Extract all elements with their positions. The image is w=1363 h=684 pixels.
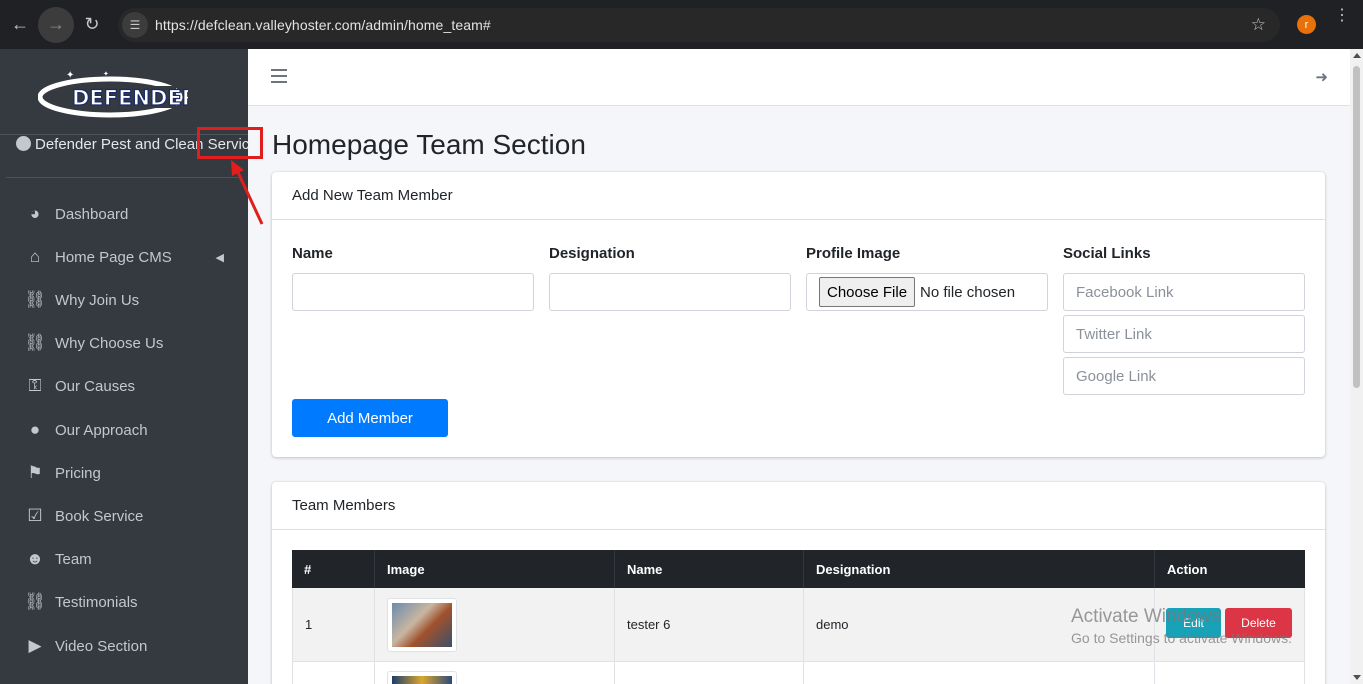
sidebar-item-testimonials[interactable]: ⛓ Testimonials	[0, 583, 248, 621]
back-arrow-icon[interactable]: ←	[2, 7, 38, 43]
team-member-photo	[387, 597, 457, 652]
add-member-button[interactable]: Add Member	[292, 399, 448, 437]
users-icon: ☻	[26, 549, 44, 568]
team-members-card: Team Members # Image Name Designation Ac…	[272, 482, 1325, 684]
sidebar-item-label: Home Page CMS	[55, 248, 172, 266]
sidebar-divider	[6, 177, 242, 178]
sidebar-item-why-choose-us[interactable]: ⛓ Why Choose Us	[0, 324, 248, 362]
sign-out-icon[interactable]: ➜	[1315, 68, 1328, 86]
google-link-input[interactable]	[1063, 357, 1305, 395]
forward-arrow-icon[interactable]: →	[38, 6, 74, 43]
browser-menu-icon[interactable]: ⋮	[1334, 8, 1350, 24]
sidebar-item-home-page-cms[interactable]: ⌂ Home Page CMS ◀	[0, 238, 248, 276]
table-cell-name: tester 6	[614, 588, 803, 661]
sidebar-item-label: Book Service	[55, 507, 144, 525]
sidebar-item-label: Our Causes	[55, 377, 136, 395]
scroll-up-icon[interactable]	[1353, 53, 1361, 58]
user-circle-icon	[16, 136, 31, 151]
sidebar-item-dashboard[interactable]: ◕ Dashboard	[0, 195, 248, 233]
comments-icon: ⛓	[24, 333, 46, 352]
home-icon: ⌂	[29, 247, 41, 266]
sidebar-item-our-causes[interactable]: ⚿ Our Causes	[0, 367, 248, 405]
file-status-text: No file chosen	[920, 283, 1016, 301]
hamburger-menu-icon[interactable]	[271, 69, 287, 83]
twitter-link-input[interactable]	[1063, 315, 1305, 353]
sidebar-item-label: Why Join Us	[55, 291, 140, 309]
main-header: ➜	[248, 49, 1350, 106]
name-input[interactable]	[292, 273, 534, 311]
tags-icon: ⚑	[27, 463, 43, 482]
chevron-left-icon: ◀	[215, 251, 224, 264]
designation-input[interactable]	[549, 273, 791, 311]
page-scrollbar[interactable]	[1350, 49, 1363, 684]
sidebar-item-label: Why Choose Us	[55, 334, 164, 352]
sidebar-item-video-section[interactable]: ▶ Video Section	[0, 627, 248, 665]
site-info-icon[interactable]: ☰	[122, 12, 148, 38]
reload-icon[interactable]: ↻	[74, 7, 110, 43]
add-member-card: Add New Team Member Name Designation Pro…	[272, 172, 1325, 457]
windows-activation-watermark: Activate Windows Go to Settings to activ…	[1071, 606, 1292, 646]
team-member-photo	[387, 671, 457, 684]
name-label: Name	[292, 245, 333, 262]
defender-logo: DEFENDER ✦ ✦	[38, 70, 188, 118]
profile-avatar[interactable]: r	[1297, 15, 1316, 34]
sidebar-item-book-service[interactable]: ☑ Book Service	[0, 497, 248, 535]
sidebar-item-our-approach[interactable]: ● Our Approach	[0, 411, 248, 449]
key-icon: ⚿	[28, 376, 42, 395]
tachometer-icon: ◕	[29, 204, 41, 223]
sidebar-item-label: Dashboard	[55, 205, 129, 223]
play-circle-icon: ▶	[28, 636, 42, 655]
sidebar-item-label: Pricing	[55, 464, 101, 482]
comments-icon: ⛓	[24, 290, 46, 309]
card-header: Add New Team Member	[272, 172, 1325, 220]
table-cell	[803, 661, 1154, 684]
table-cell-image	[374, 588, 614, 661]
address-bar[interactable]: ☰ https://defclean.valleyhoster.com/admi…	[118, 8, 1280, 42]
facebook-link-input[interactable]	[1063, 273, 1305, 311]
annotation-arrow	[231, 160, 264, 225]
logo-text: DEFENDER	[72, 86, 188, 110]
sidebar-item-label: Testimonials	[55, 593, 138, 611]
lightbulb-icon: ●	[29, 420, 41, 439]
column-header-number[interactable]: #	[292, 550, 374, 588]
watermark-title: Activate Windows	[1071, 606, 1221, 627]
profile-image-file-input[interactable]: Choose File No file chosen	[806, 273, 1048, 311]
brand-area[interactable]: DEFENDER ✦ ✦	[0, 49, 248, 135]
table-row	[292, 661, 374, 684]
comments-icon: ⛓	[24, 592, 46, 611]
table-cell-number: 1	[292, 588, 374, 661]
table-cell-image	[374, 661, 614, 684]
sidebar-item-label: Our Approach	[55, 421, 148, 439]
choose-file-button[interactable]: Choose File	[819, 277, 916, 307]
sidebar-item-label: Team	[55, 550, 92, 568]
column-header-image[interactable]: Image	[374, 550, 614, 588]
url-text[interactable]: https://defclean.valleyhoster.com/admin/…	[155, 17, 491, 33]
scroll-down-icon[interactable]	[1353, 675, 1361, 680]
table-cell	[614, 661, 803, 684]
profile-image-label: Profile Image	[806, 245, 901, 262]
svg-text:✦: ✦	[66, 70, 74, 81]
sidebar-item-pricing[interactable]: ⚑ Pricing	[0, 454, 248, 492]
page-title: Homepage Team Section	[272, 129, 586, 160]
column-header-action[interactable]: Action	[1154, 550, 1305, 588]
sidebar-item-label: Video Section	[55, 637, 148, 655]
card-header: Team Members	[272, 482, 1325, 530]
bookmark-star-icon[interactable]: ☆	[1251, 15, 1266, 35]
social-links-label: Social Links	[1063, 245, 1151, 262]
svg-text:✦: ✦	[103, 70, 109, 78]
sidebar-item-why-join-us[interactable]: ⛓ Why Join Us	[0, 281, 248, 319]
watermark-subtitle: Go to Settings to activate Windows.	[1071, 630, 1292, 646]
designation-label: Designation	[549, 245, 635, 262]
column-header-name[interactable]: Name	[614, 550, 803, 588]
sidebar-item-team[interactable]: ☻ Team	[0, 540, 248, 578]
scrollbar-thumb[interactable]	[1353, 66, 1360, 388]
annotation-highlight-box	[197, 127, 263, 159]
table-cell	[1154, 661, 1305, 684]
browser-toolbar: ← → ↻ ☰ https://defclean.valleyhoster.co…	[0, 0, 1363, 49]
calendar-check-icon: ☑	[27, 506, 43, 525]
column-header-designation[interactable]: Designation	[803, 550, 1154, 588]
